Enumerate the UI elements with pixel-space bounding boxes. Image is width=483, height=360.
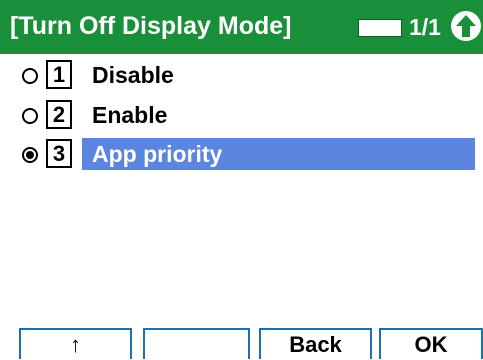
- radio-button-app-priority[interactable]: [22, 147, 38, 163]
- list-item-app-priority[interactable]: 3 App priority: [0, 136, 483, 172]
- scroll-up-button[interactable]: [451, 11, 481, 41]
- list-item-disable[interactable]: 1 Disable: [0, 57, 483, 93]
- item-label-disable: Disable: [92, 62, 174, 88]
- phone-screen: [Turn Off Display Mode] 1/1 1 Disable 2 …: [0, 0, 483, 359]
- item-label-enable: Enable: [92, 102, 168, 128]
- item-number-3: 3: [46, 139, 72, 168]
- softkey-blank[interactable]: [143, 328, 250, 359]
- list-item-enable[interactable]: 2 Enable: [0, 97, 483, 133]
- screen-title: [Turn Off Display Mode]: [10, 12, 292, 40]
- up-arrow-icon: [456, 15, 476, 37]
- item-number-1: 1: [46, 60, 72, 89]
- page-indicator-box: [358, 19, 402, 37]
- softkey-up-arrow[interactable]: ↑: [19, 328, 132, 359]
- title-bar: [Turn Off Display Mode] 1/1: [0, 0, 483, 54]
- radio-button-disable[interactable]: [22, 68, 38, 84]
- softkey-ok[interactable]: OK: [379, 328, 483, 359]
- radio-button-enable[interactable]: [22, 108, 38, 124]
- softkey-back[interactable]: Back: [259, 328, 372, 359]
- page-indicator: 1/1: [409, 14, 441, 40]
- item-label-app-priority: App priority: [82, 138, 475, 170]
- item-number-2: 2: [46, 100, 72, 129]
